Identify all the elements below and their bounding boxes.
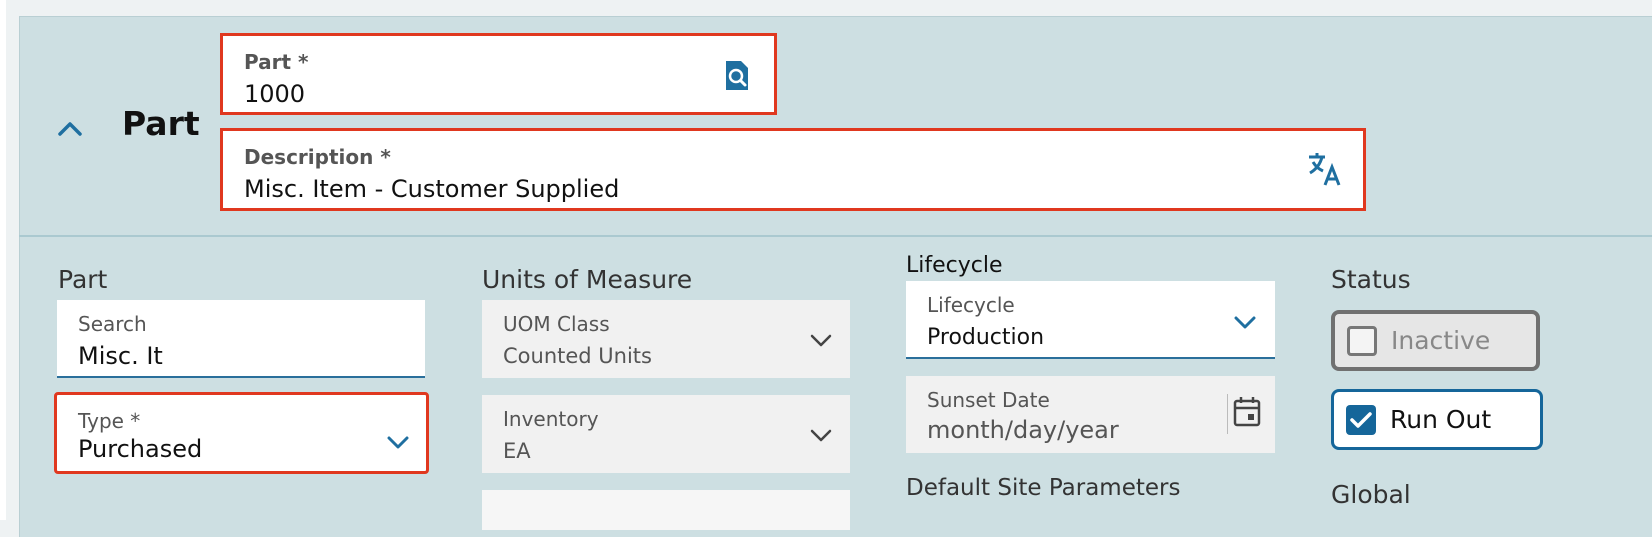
description-field-label: Description * <box>244 145 391 169</box>
chevron-down-icon <box>810 428 832 448</box>
uom-class-select[interactable]: UOM Class Counted Units <box>482 300 850 378</box>
part-field[interactable]: Part * 1000 <box>220 33 777 115</box>
lifecycle-select-label: Lifecycle <box>927 293 1015 317</box>
date-divider <box>1227 394 1228 434</box>
inventory-uom-label: Inventory <box>503 407 599 431</box>
calendar-icon[interactable] <box>1233 396 1261 432</box>
uom-next-field[interactable] <box>482 490 850 530</box>
inactive-checkbox[interactable]: Inactive <box>1331 310 1540 371</box>
inventory-uom-select[interactable]: Inventory EA <box>482 395 850 473</box>
inactive-checkbox-label: Inactive <box>1391 326 1491 355</box>
inactive-checkbox-box <box>1347 325 1377 356</box>
translate-icon[interactable] <box>1307 151 1343 191</box>
chevron-down-icon <box>387 435 409 455</box>
sunset-date-label: Sunset Date <box>927 388 1050 412</box>
lifecycle-select[interactable]: Lifecycle Production <box>906 281 1275 359</box>
run-out-checkbox[interactable]: Run Out <box>1331 389 1543 450</box>
run-out-checkbox-box <box>1346 404 1376 435</box>
section-title: Part <box>122 104 200 143</box>
search-field[interactable]: Search Misc. It <box>57 300 425 378</box>
uom-column-title: Units of Measure <box>482 265 693 294</box>
part-field-value: 1000 <box>244 80 306 108</box>
chevron-down-icon <box>810 333 832 353</box>
status-column-title: Status <box>1331 265 1411 294</box>
uom-class-value: Counted Units <box>503 344 652 368</box>
type-select-value: Purchased <box>78 435 203 463</box>
search-field-label: Search <box>78 312 147 336</box>
part-column-title: Part <box>58 265 108 294</box>
search-field-value: Misc. It <box>78 342 163 370</box>
global-title: Global <box>1331 480 1411 509</box>
description-field-value: Misc. Item - Customer Supplied <box>244 175 620 203</box>
chevron-down-icon <box>1234 315 1256 335</box>
default-site-parameters-title: Default Site Parameters <box>906 475 1181 501</box>
sunset-date-placeholder: month/day/year <box>927 416 1119 444</box>
type-select-label: Type * <box>78 409 141 433</box>
lifecycle-column-title: Lifecycle <box>906 253 1003 278</box>
chevron-up-icon <box>58 122 82 136</box>
inventory-uom-value: EA <box>503 439 531 463</box>
search-icon[interactable] <box>723 60 751 96</box>
part-field-label: Part * <box>244 50 309 74</box>
check-icon <box>1350 411 1372 428</box>
sunset-date-input[interactable]: Sunset Date month/day/year <box>906 376 1275 453</box>
type-select[interactable]: Type * Purchased <box>54 392 429 474</box>
description-field[interactable]: Description * Misc. Item - Customer Supp… <box>220 128 1366 211</box>
uom-class-label: UOM Class <box>503 312 610 336</box>
left-rail <box>0 0 6 520</box>
collapse-section-button[interactable] <box>56 114 84 142</box>
lifecycle-select-value: Production <box>927 325 1045 350</box>
run-out-checkbox-label: Run Out <box>1390 405 1492 434</box>
header-divider <box>19 235 1652 237</box>
